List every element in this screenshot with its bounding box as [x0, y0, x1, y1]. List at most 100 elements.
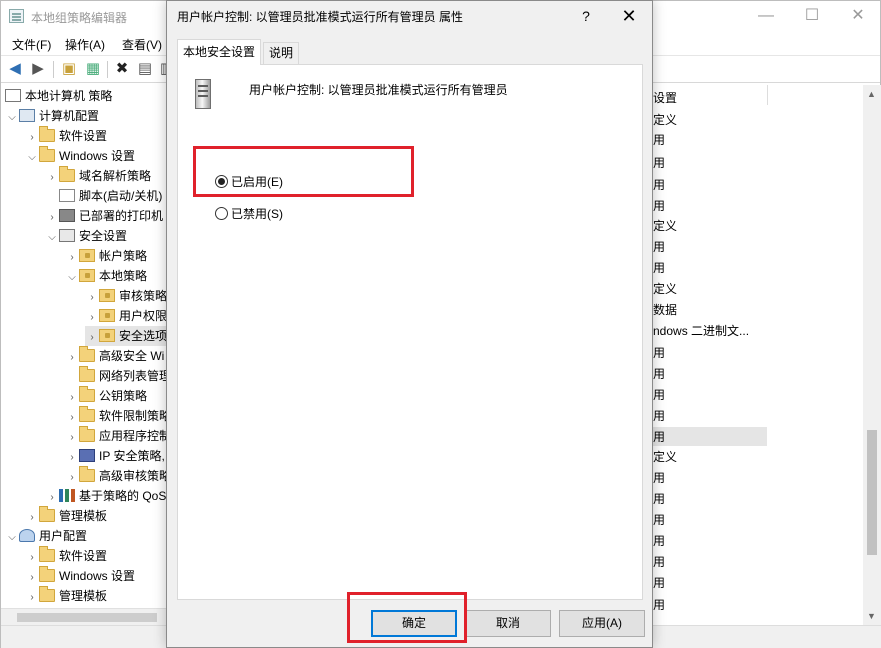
minimize-button[interactable]: — — [743, 5, 789, 27]
delete-icon[interactable]: ✖ — [112, 59, 132, 79]
list-item[interactable]: 用 — [653, 237, 665, 257]
list-item[interactable]: 定义 — [653, 279, 677, 299]
expand-arrow-icon[interactable]: › — [25, 568, 39, 588]
expand-arrow-icon[interactable]: › — [65, 348, 79, 368]
tree-item-security-options[interactable]: › 安全选项 — [85, 326, 168, 348]
apply-button[interactable]: 应用(A) — [559, 610, 645, 637]
cancel-button[interactable]: 取消 — [465, 610, 551, 637]
tree-item-windows-settings[interactable]: ⌵ Windows 设置 — [25, 146, 135, 166]
menu-view[interactable]: 查看(V) — [122, 36, 162, 53]
show-hide-tree-icon[interactable]: ▦ — [83, 59, 103, 79]
tree-item-printers[interactable]: › 已部署的打印机 — [45, 206, 163, 226]
up-folder-icon[interactable]: ▣ — [59, 59, 79, 79]
list-item[interactable]: 用 — [653, 531, 665, 551]
expand-arrow-icon[interactable]: › — [85, 288, 99, 308]
expand-arrow-icon[interactable]: › — [65, 388, 79, 408]
close-button[interactable]: ✕ — [835, 5, 881, 27]
properties-icon[interactable]: ▤ — [135, 59, 155, 79]
collapse-arrow-icon[interactable]: ⌵ — [65, 268, 79, 288]
tree-item-software-settings[interactable]: › 软件设置 — [25, 126, 107, 146]
tree-item-security-settings[interactable]: ⌵ 安全设置 — [45, 226, 127, 246]
list-vertical-scrollbar[interactable]: ▲ ▼ — [863, 85, 881, 625]
tree-item-local-policies[interactable]: ⌵ 本地策略 — [65, 266, 147, 286]
expand-arrow-icon[interactable]: › — [65, 428, 79, 448]
tab-explain[interactable]: 说明 — [263, 42, 300, 64]
dialog-close-button[interactable]: ✕ — [611, 3, 647, 29]
tree-item-software-restriction[interactable]: › 软件限制策略 — [65, 406, 171, 426]
list-item[interactable]: 用 — [653, 573, 665, 593]
tree-item-app-control[interactable]: › 应用程序控制 — [65, 426, 171, 446]
menu-action[interactable]: 操作(A) — [65, 36, 105, 53]
list-item[interactable]: 用 — [653, 196, 665, 216]
collapse-arrow-icon[interactable]: ⌵ — [25, 148, 39, 168]
list-item[interactable]: 用 — [653, 468, 665, 488]
tree-horizontal-scrollbar[interactable] — [1, 608, 172, 625]
collapse-arrow-icon[interactable]: ⌵ — [5, 528, 19, 548]
list-item[interactable]: ndows 二进制文... — [653, 321, 749, 341]
list-item[interactable]: 用 — [653, 175, 665, 195]
tree-item-advanced-audit[interactable]: › 高级审核策略 — [65, 466, 171, 486]
menu-file[interactable]: 文件(F) — [12, 36, 51, 53]
list-item[interactable]: 用 — [653, 364, 665, 384]
expand-arrow-icon[interactable]: › — [45, 168, 59, 188]
list-item[interactable]: 用 — [653, 343, 665, 363]
list-item[interactable]: 用 — [653, 489, 665, 509]
tree-item-user-admin-templates[interactable]: › 管理模板 — [25, 586, 107, 606]
list-item[interactable]: 用 — [653, 153, 665, 173]
list-item[interactable]: 用 — [653, 385, 665, 405]
expand-arrow-icon[interactable]: › — [65, 248, 79, 268]
tree-item-network-list[interactable]: 网络列表管理 — [65, 366, 171, 386]
tree-item-user-software-settings[interactable]: › 软件设置 — [25, 546, 107, 566]
collapse-arrow-icon[interactable]: ⌵ — [5, 108, 19, 128]
list-item[interactable]: 用 — [653, 552, 665, 572]
expand-arrow-icon[interactable]: › — [25, 508, 39, 528]
tree-item-public-key[interactable]: › 公钥策略 — [65, 386, 147, 406]
list-item[interactable]: 数据 — [653, 300, 677, 320]
expand-arrow-icon[interactable]: › — [65, 448, 79, 468]
tree-item-admin-templates[interactable]: › 管理模板 — [25, 506, 107, 526]
disabled-radio-label[interactable]: 已禁用(S) — [231, 207, 283, 221]
enabled-radio-option[interactable]: 已启用(E) — [215, 174, 283, 190]
expand-arrow-icon[interactable]: › — [25, 588, 39, 608]
list-item[interactable]: 定义 — [653, 110, 677, 130]
tab-local-security-setting[interactable]: 本地安全设置 — [177, 39, 262, 65]
ok-button[interactable]: 确定 — [371, 610, 457, 637]
enabled-radio[interactable] — [215, 175, 228, 188]
expand-arrow-icon[interactable]: › — [65, 468, 79, 488]
disabled-radio-option[interactable]: 已禁用(S) — [215, 206, 283, 222]
expand-arrow-icon[interactable]: › — [45, 208, 59, 228]
tree-item-qos[interactable]: › 基于策略的 QoS — [45, 486, 166, 506]
scrollbar-thumb[interactable] — [867, 430, 877, 555]
expand-arrow-icon[interactable]: › — [25, 128, 39, 148]
scroll-down-arrow-icon[interactable]: ▼ — [867, 611, 876, 621]
tree-item-scripts[interactable]: 脚本(启动/关机) — [45, 186, 162, 206]
expand-arrow-icon[interactable]: › — [65, 408, 79, 428]
tree-item-computer-config[interactable]: ⌵ 计算机配置 — [5, 106, 99, 126]
expand-arrow-icon[interactable]: › — [85, 328, 99, 348]
collapse-arrow-icon[interactable]: ⌵ — [45, 228, 59, 248]
disabled-radio[interactable] — [215, 207, 228, 220]
list-item[interactable]: 定义 — [653, 216, 677, 236]
tree-item-user-windows-settings[interactable]: › Windows 设置 — [25, 566, 135, 586]
tree-item-advanced-firewall[interactable]: › 高级安全 Wi — [65, 346, 164, 366]
help-button[interactable]: ? — [571, 3, 601, 29]
list-item[interactable]: 用 — [653, 130, 665, 150]
list-item[interactable]: 用 — [653, 258, 665, 278]
list-item[interactable]: 定义 — [653, 447, 677, 467]
tree-item-account-policies[interactable]: › 帐户策略 — [65, 246, 147, 266]
list-item[interactable]: 用 — [653, 595, 665, 615]
list-item[interactable]: 用 — [653, 510, 665, 530]
tree-item-user-rights[interactable]: › 用户权限 — [85, 306, 167, 326]
back-arrow-icon[interactable]: ◀ — [5, 59, 25, 79]
scroll-up-arrow-icon[interactable]: ▲ — [867, 89, 876, 99]
tree-item-audit-policy[interactable]: › 审核策略 — [85, 286, 167, 306]
enabled-radio-label[interactable]: 已启用(E) — [231, 175, 283, 189]
tree-item-local-computer-policy[interactable]: 本地计算机 策略 — [5, 86, 112, 106]
expand-arrow-icon[interactable]: › — [85, 308, 99, 328]
scrollbar-thumb[interactable] — [17, 613, 157, 622]
list-item[interactable]: 设置 — [653, 88, 677, 108]
column-divider[interactable] — [767, 85, 768, 105]
tree-item-name-resolution[interactable]: › 域名解析策略 — [45, 166, 151, 186]
tree-item-user-config[interactable]: ⌵ 用户配置 — [5, 526, 87, 546]
list-item[interactable]: 用 — [653, 406, 665, 426]
